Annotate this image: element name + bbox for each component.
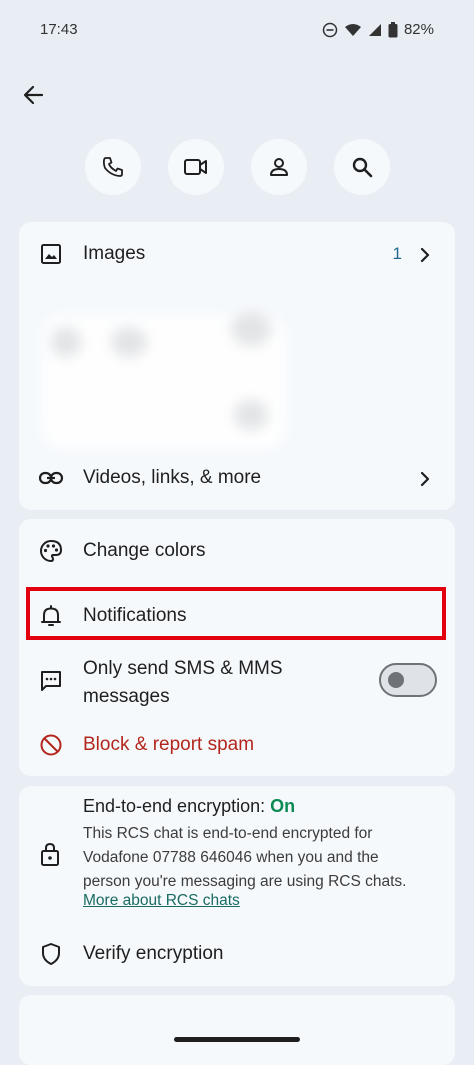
sms-only-toggle[interactable] [379, 663, 437, 697]
lock-icon [39, 841, 61, 872]
person-icon [270, 158, 288, 176]
video-icon [184, 159, 207, 175]
message-icon [38, 668, 64, 694]
chevron-right-icon [419, 247, 431, 268]
media-card: Images 1 Videos, links, & more [19, 222, 455, 510]
signal-icon [368, 23, 382, 37]
sms-only-label-line2: messages [83, 686, 170, 707]
settings-card: Change colors Notifications Only send SM… [19, 519, 455, 776]
wifi-icon [344, 22, 362, 38]
more-about-rcs-link[interactable]: More about RCS chats [83, 892, 240, 910]
verify-encryption-label: Verify encryption [83, 943, 224, 964]
encryption-status: On [270, 796, 296, 816]
encryption-body-line1: This RCS chat is end-to-end encrypted fo… [83, 825, 373, 842]
notifications-highlight-box [26, 587, 446, 640]
block-spam-label: Block & report spam [83, 734, 255, 755]
palette-icon [38, 538, 64, 564]
videos-links-row[interactable]: Videos, links, & more [19, 454, 455, 502]
status-time: 17:43 [40, 21, 78, 38]
toggle-knob [388, 672, 404, 688]
verify-encryption-row[interactable]: Verify encryption [19, 930, 455, 978]
block-spam-row[interactable]: Block & report spam [19, 721, 455, 769]
encryption-title-text: End-to-end encryption: [83, 796, 271, 816]
encryption-card: End-to-end encryption: On This RCS chat … [19, 786, 455, 986]
encryption-info: End-to-end encryption: On This RCS chat … [19, 786, 455, 921]
arrow-back-icon [23, 85, 44, 105]
change-colors-label: Change colors [83, 540, 206, 561]
image-thumbnail[interactable] [19, 222, 319, 452]
encryption-title: End-to-end encryption: On [83, 796, 295, 817]
status-icons: 82% [322, 21, 434, 38]
link-icon [38, 465, 64, 491]
sms-only-label-line1: Only send SMS & MMS [83, 658, 283, 679]
sms-only-row[interactable]: Only send SMS & MMS messages [19, 651, 455, 711]
battery-icon [388, 21, 398, 38]
call-button[interactable] [85, 139, 141, 195]
encryption-body-line2: Vodafone 07788 646046 when you and the [83, 849, 379, 866]
do-not-disturb-icon [322, 22, 338, 38]
action-row [0, 139, 474, 195]
battery-percent: 82% [403, 21, 434, 38]
search-button[interactable] [334, 139, 390, 195]
encryption-body-line3: person you're messaging are using RCS ch… [83, 873, 407, 890]
search-icon [352, 157, 373, 178]
video-call-button[interactable] [168, 139, 224, 195]
contact-button[interactable] [251, 139, 307, 195]
home-indicator[interactable] [174, 1037, 300, 1042]
partial-card [19, 995, 455, 1065]
shield-icon [38, 941, 64, 967]
change-colors-row[interactable]: Change colors [19, 527, 455, 575]
back-button[interactable] [18, 80, 48, 110]
videos-links-label: Videos, links, & more [83, 467, 262, 488]
encryption-description: This RCS chat is end-to-end encrypted fo… [83, 822, 433, 894]
phone-icon [102, 157, 123, 177]
images-count: 1 [392, 244, 402, 263]
status-bar: 17:43 82% [0, 0, 474, 60]
block-icon [38, 732, 64, 758]
sms-only-label: Only send SMS & MMS messages [83, 655, 283, 711]
chevron-right-icon [419, 471, 431, 492]
